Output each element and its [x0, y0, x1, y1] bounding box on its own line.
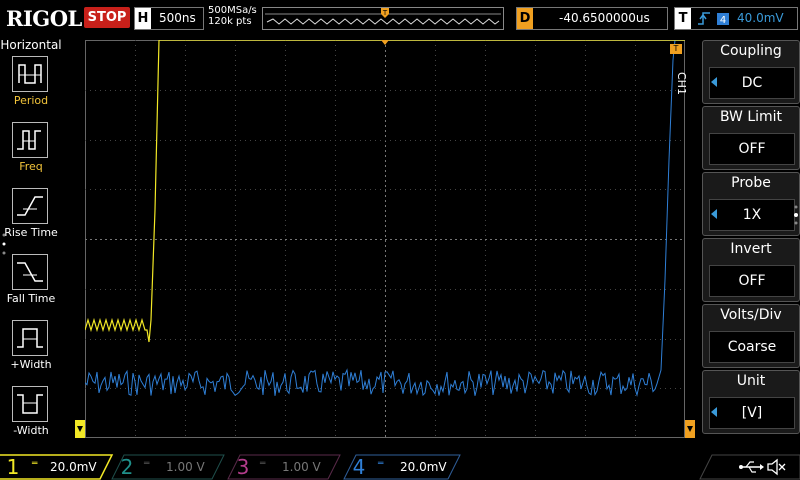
ch1-offset-icon[interactable] [75, 420, 85, 438]
waveform-position-bar[interactable]: T [262, 7, 504, 30]
usb-icon [739, 461, 764, 473]
ch1-scale: 20.0mV [50, 460, 97, 474]
trigger-level: 40.0mV [737, 11, 784, 25]
measure-menu: Horizontal Period Freq Rise Time Fall Ti… [0, 36, 62, 446]
horizontal-tag: H [135, 8, 151, 29]
dc-coupling-icon: ═ [32, 459, 38, 469]
coupling-title: Coupling [720, 43, 782, 59]
probe-value: 1X [709, 199, 795, 231]
trigger-source-icon: 4 [717, 13, 729, 25]
measure-negative-width-label: -Width [13, 424, 49, 437]
measure-period[interactable]: Period [0, 56, 62, 116]
invert-softkey[interactable]: Invert OFF [702, 238, 800, 302]
memory-depth: 120k pts [208, 16, 252, 27]
channel-menu-tag: CH1 [675, 72, 688, 95]
memory-overview: T [265, 8, 501, 25]
positive-width-icon [12, 320, 48, 356]
ch3-number: 3 [236, 455, 250, 479]
timebase-value: 500ns [159, 11, 196, 25]
trigger-level-icon: T [670, 44, 682, 54]
measure-positive-width-label: +Width [10, 358, 52, 371]
freq-icon [12, 122, 48, 158]
fall-time-icon [12, 254, 48, 290]
svg-text:T: T [382, 9, 388, 17]
waveform-grid[interactable]: T [85, 40, 685, 438]
measure-freq[interactable]: Freq [0, 122, 62, 182]
volts-div-value: Coarse [709, 331, 795, 363]
run-stop-status[interactable]: STOP [84, 7, 130, 28]
svg-text:4: 4 [720, 15, 726, 25]
trigger-display[interactable]: T 4 40.0mV [674, 7, 798, 30]
rise-time-icon [12, 188, 48, 224]
dc-coupling-icon: ═ [144, 459, 150, 469]
trigger-tag: T [675, 8, 691, 29]
dc-coupling-icon: ═ [260, 459, 266, 469]
ch4-status[interactable]: 4 ═ 20.0mV [350, 455, 454, 479]
negative-width-icon [12, 386, 48, 422]
measure-rise-time-label: Rise Time [4, 226, 58, 239]
ch2-status[interactable]: 2 ═ 1.00 V [118, 455, 218, 479]
delay-display[interactable]: D -40.6500000us [516, 7, 668, 30]
invert-title: Invert [730, 241, 772, 257]
top-status-bar: RIGOL STOP H 500ns 500MSa/s 120k pts T D… [0, 0, 800, 36]
speaker-muted-icon[interactable] [766, 457, 786, 477]
measure-negative-width[interactable]: -Width [0, 386, 62, 446]
coupling-softkey[interactable]: Coupling DC [702, 40, 800, 104]
bw-limit-title: BW Limit [719, 109, 783, 125]
left-arrow-icon [711, 209, 717, 219]
probe-softkey[interactable]: Probe 1X [702, 172, 800, 236]
measure-fall-time-label: Fall Time [6, 292, 56, 305]
ch2-number: 2 [120, 455, 134, 479]
left-arrow-icon [711, 407, 717, 417]
brand-logo: RIGOL [6, 6, 82, 31]
dc-coupling-icon: ═ [378, 459, 384, 469]
measure-positive-width[interactable]: +Width [0, 320, 62, 380]
unit-value: [V] [709, 397, 795, 429]
menu-page-indicator [2, 233, 6, 255]
sample-info: 500MSa/s 120k pts [208, 5, 257, 27]
trigger-time-marker [381, 40, 389, 45]
ch1-status[interactable]: 1 ═ 20.0mV [4, 455, 104, 479]
measure-fall-time[interactable]: Fall Time [0, 254, 62, 314]
ch1-number: 1 [6, 455, 20, 479]
ch3-scale: 1.00 V [282, 460, 321, 474]
ch3-status[interactable]: 3 ═ 1.00 V [234, 455, 334, 479]
channel-menu: Coupling DC BW Limit OFF Probe 1X Invert… [702, 36, 800, 436]
rising-edge-icon [698, 12, 710, 25]
bw-limit-softkey[interactable]: BW Limit OFF [702, 106, 800, 170]
invert-value: OFF [709, 265, 795, 297]
ch4-offset-icon[interactable] [685, 420, 695, 438]
measure-period-label: Period [13, 94, 49, 107]
volts-div-softkey[interactable]: Volts/Div Coarse [702, 304, 800, 368]
ch4-scale: 20.0mV [400, 460, 447, 474]
period-icon [12, 56, 48, 92]
measure-freq-label: Freq [19, 160, 43, 173]
measure-rise-time[interactable]: Rise Time [0, 188, 62, 248]
measure-menu-title: Horizontal [0, 38, 62, 52]
left-arrow-icon [711, 77, 717, 87]
unit-title: Unit [736, 373, 766, 389]
delay-value: -40.6500000us [559, 11, 650, 25]
volts-div-title: Volts/Div [720, 307, 782, 323]
sample-rate: 500MSa/s [208, 5, 257, 16]
channel-status-bar: 1 ═ 20.0mV 2 ═ 1.00 V 3 ═ 1.00 V 4 ═ 20.… [0, 452, 800, 480]
probe-title: Probe [731, 175, 771, 191]
coupling-value: DC [709, 67, 795, 99]
ch4-waveform [85, 40, 676, 397]
graticule [85, 40, 685, 438]
delay-tag: D [517, 8, 533, 29]
bw-limit-value: OFF [709, 133, 795, 165]
horizontal-timebase[interactable]: H 500ns [134, 7, 204, 30]
unit-softkey[interactable]: Unit [V] [702, 370, 800, 434]
ch2-scale: 1.00 V [166, 460, 205, 474]
right-menu-page-indicator [794, 205, 798, 225]
ch4-number: 4 [352, 455, 366, 479]
